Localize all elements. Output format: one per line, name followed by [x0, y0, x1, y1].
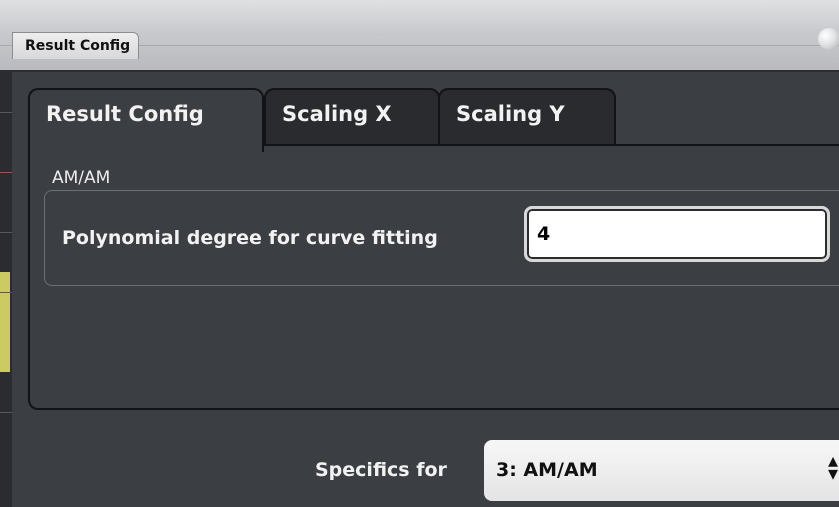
tab-scaling-y[interactable]: Scaling Y — [438, 88, 616, 146]
tab-result-config[interactable]: Result Config — [28, 88, 264, 152]
dialog-title-bar[interactable]: Result Config — [0, 0, 839, 72]
background-trace-strip — [0, 0, 12, 507]
window-orb-icon[interactable] — [818, 28, 839, 50]
limit-line — [0, 172, 12, 173]
specifics-select[interactable]: 3: AM/AM ▴ ▾ — [484, 440, 839, 501]
trace-fill — [0, 272, 10, 372]
polynomial-degree-input[interactable] — [524, 206, 830, 262]
grid-line — [0, 112, 12, 113]
tab-scaling-x[interactable]: Scaling X — [264, 88, 440, 146]
group-title: AM/AM — [52, 168, 111, 188]
specifics-selected-value: 3: AM/AM — [496, 459, 598, 481]
dialog-body: Scaling X Scaling Y Result Config AM/AM … — [12, 72, 839, 507]
specifics-label: Specifics for — [315, 459, 447, 481]
polynomial-degree-label: Polynomial degree for curve fitting — [62, 227, 438, 249]
grid-line — [0, 412, 12, 413]
grid-line — [0, 292, 12, 293]
grid-line — [0, 232, 12, 233]
up-down-arrows-icon: ▴ ▾ — [828, 448, 839, 485]
window-title: Result Config — [12, 32, 140, 59]
